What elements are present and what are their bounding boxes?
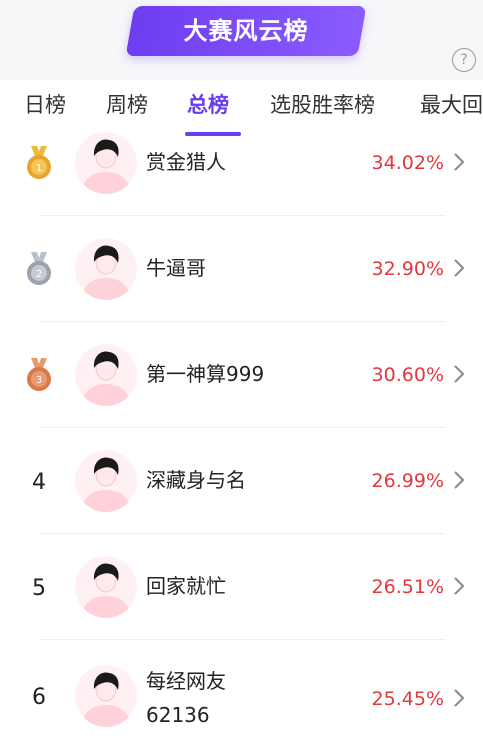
user-name: 每经网友 xyxy=(146,669,226,693)
default-avatar-icon xyxy=(81,139,131,194)
return-rate: 26.51% xyxy=(371,576,444,598)
chevron-right-icon xyxy=(454,259,465,277)
return-rate: 34.02% xyxy=(371,152,444,174)
avatar xyxy=(75,238,137,300)
leaderboard-row-5[interactable]: 5 回家就忙 26.51% xyxy=(0,534,483,640)
avatar xyxy=(75,344,137,406)
leaderboard-row-1[interactable]: 1 赏金猎人 34.02% xyxy=(0,110,483,216)
rank-number: 5 xyxy=(32,576,46,601)
chevron-right-icon xyxy=(454,689,465,707)
leaderboard-row-3[interactable]: 3 第一神算999 30.60% xyxy=(0,322,483,428)
leaderboard-row-6[interactable]: 6 每经网友 62136 25.45% xyxy=(0,640,483,746)
default-avatar-icon xyxy=(81,351,131,406)
page-title: 大赛风云榜 xyxy=(183,17,309,45)
leaderboard-row-2[interactable]: 2 牛逼哥 32.90% xyxy=(0,216,483,322)
default-avatar-icon xyxy=(81,245,131,300)
user-name: 赏金猎人 xyxy=(146,150,226,174)
user-name: 第一神算999 xyxy=(146,362,265,386)
chevron-right-icon xyxy=(454,577,465,595)
gold-medal-icon: 1 xyxy=(27,146,51,179)
medal-rank: 3 xyxy=(36,375,42,386)
return-rate: 30.60% xyxy=(371,364,444,386)
help-icon[interactable]: ? xyxy=(452,48,476,72)
avatar xyxy=(75,556,137,618)
user-name: 回家就忙 xyxy=(146,574,226,598)
leaderboard-row-4[interactable]: 4 深藏身与名 26.99% xyxy=(0,428,483,534)
medal-rank: 1 xyxy=(36,163,42,174)
user-name-line-2: 62136 xyxy=(146,703,210,727)
return-rate: 25.45% xyxy=(371,688,444,710)
avatar xyxy=(75,665,137,727)
default-avatar-icon xyxy=(81,457,131,512)
chevron-right-icon xyxy=(454,365,465,383)
user-name: 牛逼哥 xyxy=(146,256,206,280)
avatar xyxy=(75,450,137,512)
default-avatar-icon xyxy=(81,563,131,618)
return-rate: 26.99% xyxy=(371,470,444,492)
chevron-right-icon xyxy=(454,471,465,489)
default-avatar-icon xyxy=(81,672,131,727)
silver-medal-icon: 2 xyxy=(27,252,51,285)
rank-number: 4 xyxy=(32,470,46,495)
rank-number: 6 xyxy=(32,685,46,710)
return-rate: 32.90% xyxy=(371,258,444,280)
avatar xyxy=(75,132,137,194)
bronze-medal-icon: 3 xyxy=(27,358,51,391)
chevron-right-icon xyxy=(454,153,465,171)
user-name: 深藏身与名 xyxy=(146,468,246,492)
medal-rank: 2 xyxy=(36,269,42,280)
